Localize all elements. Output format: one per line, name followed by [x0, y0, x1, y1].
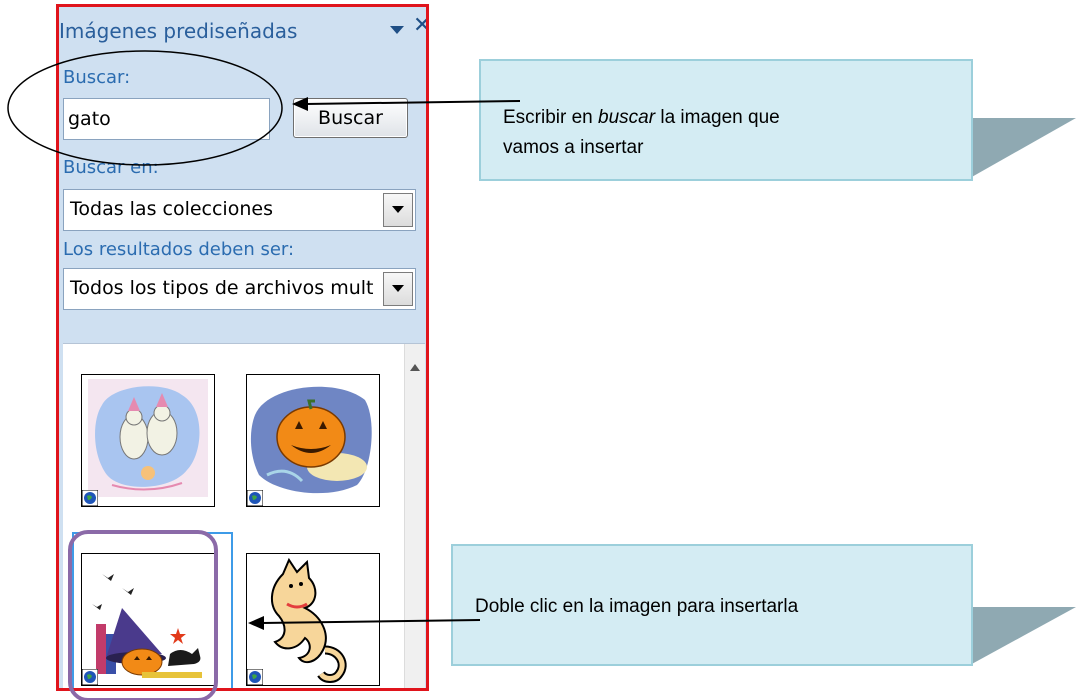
clipart-task-pane: Imágenes prediseñadas ✕ Buscar: Buscar B… — [56, 4, 429, 691]
pane-menu-arrow-icon[interactable] — [389, 24, 405, 36]
globe-icon — [247, 490, 263, 506]
search-in-label: Buscar en: — [63, 157, 159, 178]
results-list[interactable] — [63, 343, 425, 688]
chevron-down-icon — [392, 285, 404, 292]
results-type-select[interactable]: Todos los tipos de archivos mult — [63, 268, 416, 310]
scroll-up-icon[interactable] — [410, 364, 420, 371]
clip-ghosts-icon[interactable] — [81, 374, 215, 507]
callout-insert-text: Doble clic en la imagen para insertarla — [475, 596, 799, 617]
chevron-down-icon — [392, 206, 404, 213]
results-type-value: Todos los tipos de archivos mult — [70, 277, 374, 299]
pane-title: Imágenes prediseñadas — [59, 19, 298, 43]
search-button[interactable]: Buscar — [293, 98, 408, 138]
results-type-label: Los resultados deben ser: — [63, 239, 295, 260]
close-icon[interactable]: ✕ — [413, 15, 426, 37]
clip-pumpkin-icon[interactable] — [246, 374, 380, 507]
search-in-select[interactable]: Todas las colecciones — [63, 189, 416, 231]
search-input[interactable] — [63, 98, 270, 140]
clip-cat-icon[interactable] — [246, 553, 380, 686]
globe-icon — [82, 490, 98, 506]
globe-icon — [82, 669, 98, 685]
results-type-dropdown-button[interactable] — [383, 272, 413, 306]
results-scrollbar[interactable] — [404, 344, 425, 688]
callout-search-text: Escribir en buscar la imagen que vamos a… — [503, 107, 780, 158]
search-in-value: Todas las colecciones — [70, 198, 273, 220]
search-in-dropdown-button[interactable] — [383, 193, 413, 227]
globe-icon — [247, 669, 263, 685]
clip-witch-hat-icon[interactable] — [81, 553, 215, 686]
search-label: Buscar: — [63, 67, 131, 88]
